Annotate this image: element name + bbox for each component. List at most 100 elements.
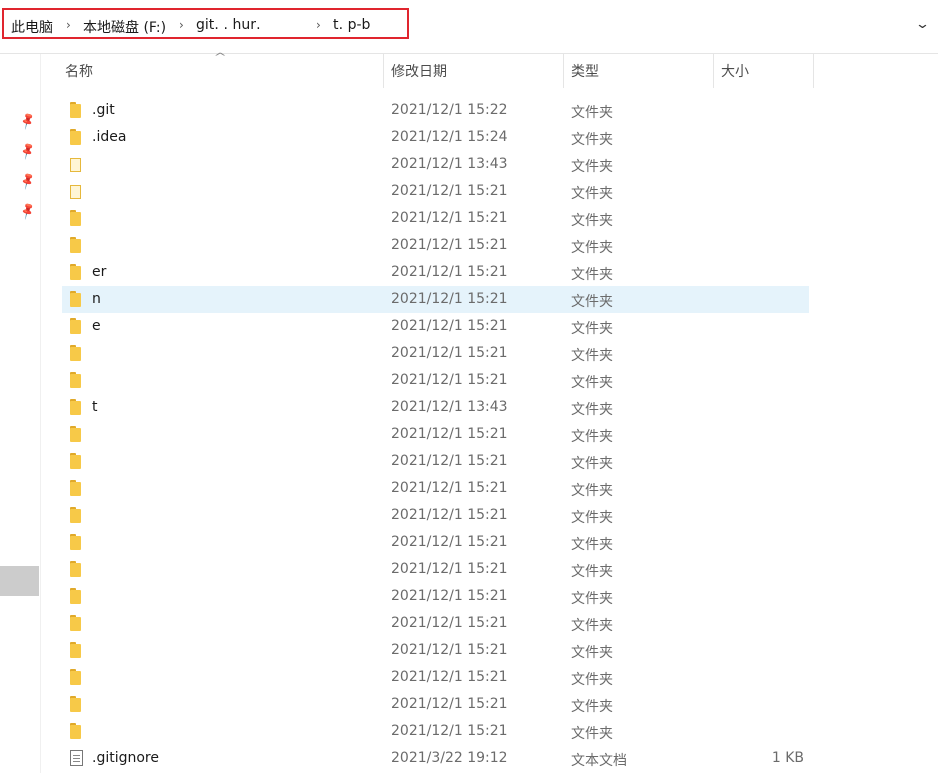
chevron-right-icon[interactable]: › [316, 18, 321, 32]
chevron-right-icon[interactable]: › [179, 18, 184, 32]
folder-icon [70, 426, 81, 442]
folder-icon [70, 642, 81, 658]
breadcrumb-current-folder[interactable]: t․ p-b [333, 17, 370, 33]
file-type: 文件夹 [571, 294, 613, 310]
file-row[interactable]: 2021/12/1 13:43 文件夹 [62, 151, 809, 178]
pin-icon[interactable]: 📌 [18, 111, 38, 131]
file-row[interactable]: e 2021/12/1 15:21 文件夹 [62, 313, 809, 340]
file-type: 文件夹 [571, 672, 613, 688]
file-modified-date: 2021/12/1 15:21 [391, 291, 508, 307]
file-row[interactable]: 2021/12/1 15:21 文件夹 [62, 583, 809, 610]
file-modified-date: 2021/12/1 15:21 [391, 372, 508, 388]
file-type: 文件夹 [571, 537, 613, 553]
file-row[interactable]: 2021/12/1 15:21 文件夹 [62, 232, 809, 259]
column-header-size[interactable]: 大小 [721, 54, 749, 88]
breadcrumb-this-pc[interactable]: 此电脑 [11, 17, 53, 37]
column-header-type[interactable]: 类型 [571, 54, 599, 88]
file-row[interactable]: 2021/12/1 15:21 文件夹 [62, 529, 809, 556]
folder-icon [70, 264, 81, 280]
file-row[interactable]: er 2021/12/1 15:21 文件夹 [62, 259, 809, 286]
file-modified-date: 2021/12/1 15:21 [391, 615, 508, 631]
file-modified-date: 2021/12/1 15:21 [391, 453, 508, 469]
file-row[interactable]: 2021/12/1 15:21 文件夹 [62, 691, 809, 718]
file-row[interactable]: 2021/12/1 15:21 文件夹 [62, 475, 809, 502]
column-separator[interactable] [713, 54, 714, 88]
chevron-down-icon[interactable]: ⌄ [915, 17, 930, 32]
file-row[interactable]: .gitignore 2021/3/22 19:12 文本文档 1 KB [62, 745, 809, 772]
file-type: 文件夹 [571, 375, 613, 391]
file-modified-date: 2021/12/1 15:21 [391, 588, 508, 604]
file-modified-date: 2021/12/1 15:21 [391, 318, 508, 334]
file-row[interactable]: 2021/12/1 15:21 文件夹 [62, 610, 809, 637]
file-name: .git [92, 102, 115, 118]
file-modified-date: 2021/12/1 15:21 [391, 345, 508, 361]
column-header-bar: 名称 ^ 修改日期 类型 大小 [0, 52, 938, 88]
folder-icon [70, 102, 81, 118]
folder-open-icon [70, 158, 81, 172]
file-type: 文件夹 [571, 564, 613, 580]
folder-icon [70, 318, 81, 334]
file-type: 文件夹 [571, 402, 613, 418]
column-separator[interactable] [813, 54, 814, 88]
file-row[interactable]: 2021/12/1 15:21 文件夹 [62, 367, 809, 394]
file-type: 文件夹 [571, 132, 613, 148]
file-row[interactable]: 2021/12/1 15:21 文件夹 [62, 421, 809, 448]
file-row[interactable]: 2021/12/1 15:21 文件夹 [62, 556, 809, 583]
file-size: 1 KB [771, 750, 804, 766]
file-row[interactable]: 2021/12/1 15:21 文件夹 [62, 502, 809, 529]
file-type: 文件夹 [571, 267, 613, 283]
chevron-right-icon[interactable]: › [66, 18, 71, 32]
column-header-name[interactable]: 名称 [65, 54, 93, 88]
file-row[interactable]: 2021/12/1 15:21 文件夹 [62, 178, 809, 205]
folder-icon [70, 453, 81, 469]
folder-icon [70, 345, 81, 361]
file-type: 文件夹 [571, 618, 613, 634]
file-type: 文件夹 [571, 240, 613, 256]
breadcrumb-git-folder[interactable]: git․ ․ hur․ [196, 17, 261, 33]
file-name: .idea [92, 129, 127, 145]
pin-icon[interactable]: 📌 [18, 171, 38, 191]
file-name: e [92, 318, 101, 334]
file-modified-date: 2021/12/1 15:21 [391, 723, 508, 739]
file-type: 文件夹 [571, 429, 613, 445]
file-row[interactable]: 2021/12/1 15:21 文件夹 [62, 637, 809, 664]
file-modified-date: 2021/12/1 15:21 [391, 426, 508, 442]
file-type: 文件夹 [571, 213, 613, 229]
folder-icon [70, 507, 81, 523]
file-row[interactable]: .git 2021/12/1 15:22 文件夹 [62, 97, 809, 124]
folder-icon [70, 534, 81, 550]
file-modified-date: 2021/12/1 15:21 [391, 237, 508, 253]
folder-icon [70, 669, 81, 685]
file-type: 文件夹 [571, 726, 613, 742]
file-modified-date: 2021/12/1 13:43 [391, 156, 508, 172]
file-type: 文件夹 [571, 105, 613, 121]
file-row[interactable]: n 2021/12/1 15:21 文件夹 [62, 286, 809, 313]
file-type: 文件夹 [571, 321, 613, 337]
file-row[interactable]: 2021/12/1 15:21 文件夹 [62, 664, 809, 691]
file-row[interactable]: .idea 2021/12/1 15:24 文件夹 [62, 124, 809, 151]
navigation-pane[interactable]: 📌 📌 📌 📌 [0, 54, 41, 773]
file-modified-date: 2021/12/1 15:21 [391, 507, 508, 523]
file-modified-date: 2021/12/1 15:21 [391, 264, 508, 280]
column-separator[interactable] [563, 54, 564, 88]
pin-icon[interactable]: 📌 [18, 201, 38, 221]
file-row[interactable]: 2021/12/1 15:21 文件夹 [62, 718, 809, 745]
file-row[interactable]: t 2021/12/1 13:43 文件夹 [62, 394, 809, 421]
file-name: t [92, 399, 98, 415]
file-modified-date: 2021/12/1 15:22 [391, 102, 508, 118]
folder-icon [70, 237, 81, 253]
breadcrumb-drive-f[interactable]: 本地磁盘 (F:) [83, 17, 166, 37]
file-row[interactable]: 2021/12/1 15:21 文件夹 [62, 448, 809, 475]
address-bar[interactable]: 此电脑 › 本地磁盘 (F:) › git․ ․ hur․ › t․ p-b ⌄ [0, 0, 938, 54]
file-modified-date: 2021/12/1 15:21 [391, 210, 508, 226]
folder-icon [70, 210, 81, 226]
column-separator[interactable] [383, 54, 384, 88]
file-modified-date: 2021/12/1 15:21 [391, 669, 508, 685]
pin-icon[interactable]: 📌 [18, 141, 38, 161]
file-row[interactable]: 2021/12/1 15:21 文件夹 [62, 340, 809, 367]
folder-icon [70, 291, 81, 307]
column-header-modified[interactable]: 修改日期 [391, 54, 447, 88]
nav-selected-item[interactable] [0, 566, 39, 596]
file-row[interactable]: 2021/12/1 15:21 文件夹 [62, 205, 809, 232]
file-modified-date: 2021/12/1 15:21 [391, 642, 508, 658]
